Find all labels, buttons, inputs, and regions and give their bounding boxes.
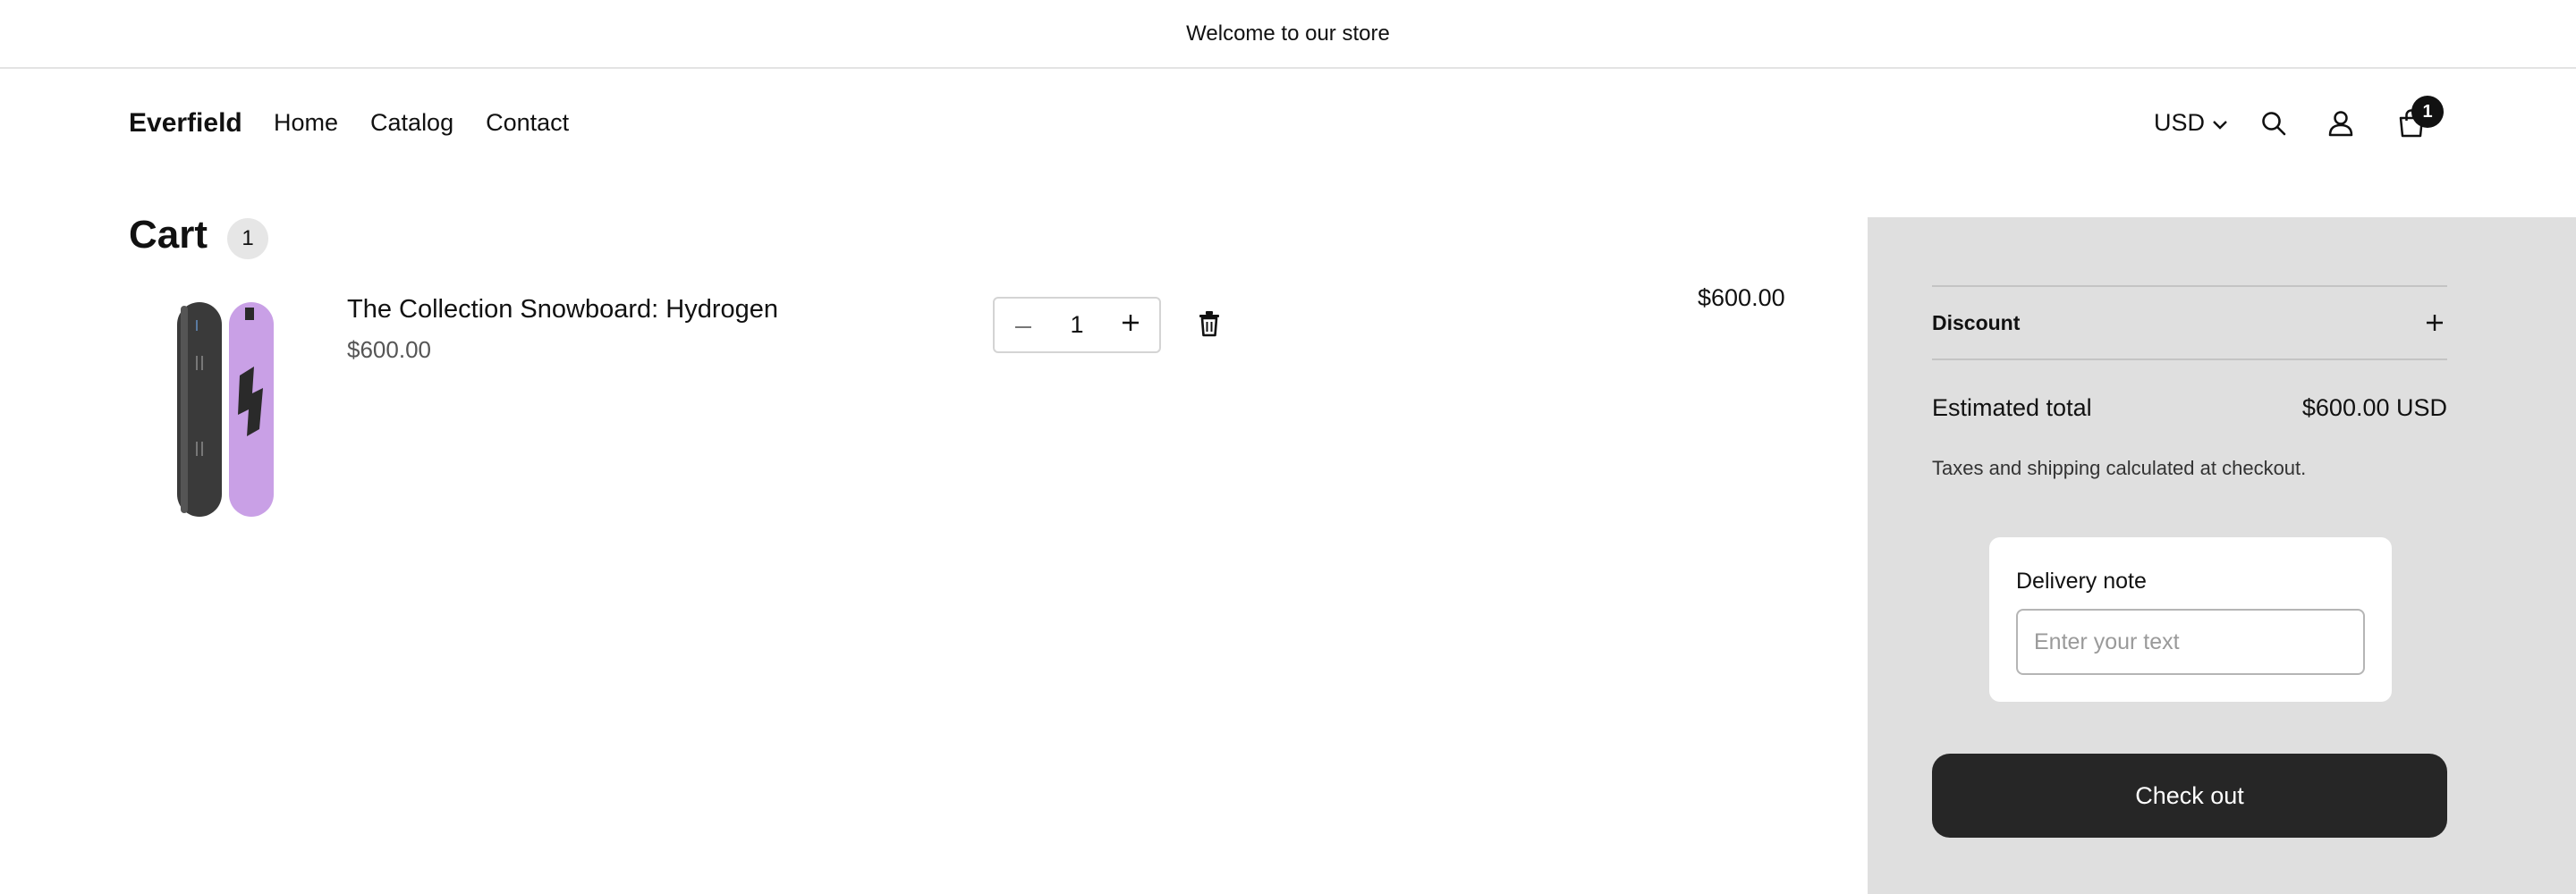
nav-item-home[interactable]: Home — [274, 109, 338, 137]
account-button[interactable] — [2319, 104, 2362, 147]
discount-label: Discount — [1932, 310, 2021, 334]
delivery-note-label: Delivery note — [2016, 569, 2147, 594]
currency-selector[interactable]: USD — [2154, 109, 2228, 137]
estimated-total-label: Estimated total — [1932, 394, 2092, 421]
main-nav: Home Catalog Contact — [274, 109, 569, 137]
nav-item-contact[interactable]: Contact — [486, 109, 569, 137]
estimated-total-row: Estimated total $600.00 USD — [1932, 394, 2447, 422]
search-button[interactable] — [2252, 104, 2295, 147]
plus-icon — [1121, 313, 1140, 337]
line-total-price: $600.00 — [1698, 284, 1785, 311]
product-unit-price: $600.00 — [347, 336, 431, 363]
remove-item-button[interactable] — [1188, 304, 1231, 347]
chevron-down-icon — [2212, 109, 2228, 137]
page-title: Cart — [129, 213, 208, 257]
decrease-quantity-button[interactable] — [1007, 309, 1039, 342]
currency-label: USD — [2154, 109, 2206, 136]
increase-quantity-button[interactable] — [1114, 309, 1147, 342]
delivery-note-card: Delivery note — [1989, 537, 2392, 702]
trash-icon — [1198, 310, 1221, 342]
announcement-text: Welcome to our store — [1186, 21, 1390, 46]
delivery-note-input[interactable] — [2016, 609, 2365, 675]
announcement-bar: Welcome to our store — [0, 0, 2576, 69]
cart-count-badge: 1 — [2411, 96, 2444, 128]
nav-item-catalog[interactable]: Catalog — [370, 109, 453, 137]
store-logo[interactable]: Everfield — [129, 108, 242, 139]
product-image[interactable] — [166, 295, 283, 519]
tax-shipping-note: Taxes and shipping calculated at checkou… — [1932, 457, 2307, 479]
product-title-link[interactable]: The Collection Snowboard: Hydrogen — [347, 295, 778, 325]
site-header: Everfield Home Catalog Contact USD 1 — [0, 69, 2576, 179]
checkout-button[interactable]: Check out — [1932, 754, 2447, 838]
minus-icon — [1014, 317, 1032, 333]
plus-icon — [2422, 310, 2447, 335]
order-summary-panel: Discount Estimated total $600.00 USD Tax… — [1868, 217, 2576, 894]
cart-item-count-badge: 1 — [227, 218, 268, 259]
divider — [1932, 358, 2447, 360]
quantity-stepper: 1 — [993, 297, 1161, 353]
discount-toggle[interactable]: Discount — [1932, 287, 2447, 358]
user-icon — [2326, 109, 2355, 142]
quantity-value[interactable]: 1 — [1070, 311, 1083, 339]
estimated-total-value: $600.00 USD — [2301, 394, 2447, 421]
search-icon — [2260, 110, 2287, 141]
